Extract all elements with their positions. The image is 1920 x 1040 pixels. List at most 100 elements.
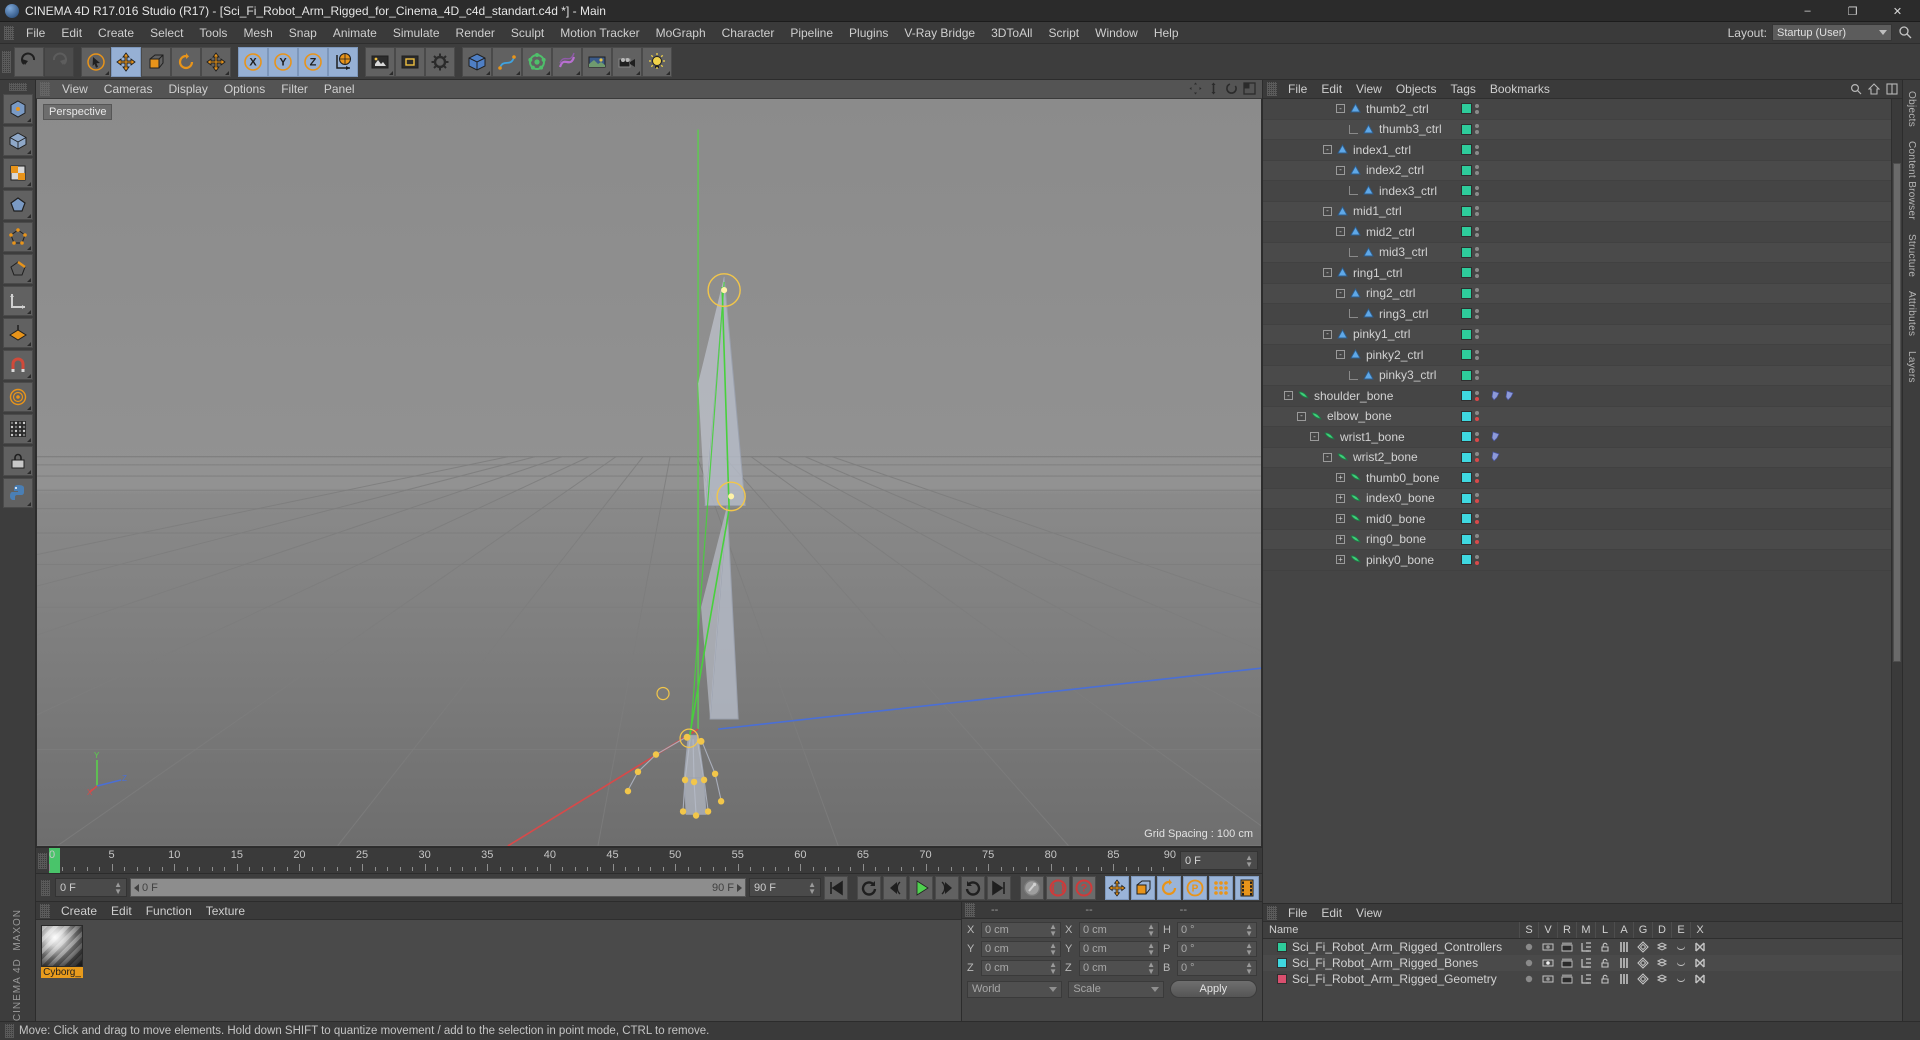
rotation-key-button[interactable] xyxy=(1157,875,1181,900)
add-light-button[interactable] xyxy=(642,46,672,77)
visibility-dots[interactable] xyxy=(1475,267,1479,278)
rotation-input-p[interactable]: 0 ° ▲ ▼ xyxy=(1177,941,1257,957)
object-tree-scrollbar[interactable] xyxy=(1891,99,1902,903)
point-mode-button[interactable] xyxy=(2,222,33,252)
visibility-dot[interactable] xyxy=(1475,171,1479,176)
dropdown-corner-icon[interactable] xyxy=(26,502,31,506)
dropdown-corner-icon[interactable] xyxy=(486,70,490,75)
layer-column-D[interactable]: D xyxy=(1652,922,1671,938)
go-to-start-button[interactable] xyxy=(824,875,848,900)
lock-toggle[interactable] xyxy=(1595,971,1614,987)
table-row[interactable]: - mid1_ctrl xyxy=(1263,201,1891,222)
layer-row[interactable]: Sci_Fi_Robot_Arm_Rigged_Controllers xyxy=(1263,939,1902,955)
expander-toggle[interactable]: - xyxy=(1323,329,1332,339)
coordinate-grip-icon[interactable] xyxy=(965,903,975,917)
viewport-menu-options[interactable]: Options xyxy=(216,81,273,97)
table-row[interactable]: + pinky0_bone xyxy=(1263,550,1891,571)
visibility-dot[interactable] xyxy=(1475,540,1479,545)
table-row[interactable]: mid3_ctrl xyxy=(1263,242,1891,263)
point-level-anim-button[interactable] xyxy=(1209,875,1233,900)
menu-item-sculpt[interactable]: Sculpt xyxy=(503,24,552,42)
render-toggle[interactable] xyxy=(1557,939,1576,955)
visibility-dots[interactable] xyxy=(1475,165,1479,176)
visibility-dots[interactable] xyxy=(1475,431,1479,442)
search-icon[interactable] xyxy=(1850,83,1862,95)
layout-select[interactable]: Startup (User) xyxy=(1772,24,1892,41)
viewport-menu-display[interactable]: Display xyxy=(160,81,215,97)
generator-toggle[interactable] xyxy=(1633,971,1652,987)
polygon-mode-button[interactable] xyxy=(2,190,33,220)
timeline-frame-field[interactable]: 0 F ▲ ▼ xyxy=(1180,851,1258,870)
visibility-dot[interactable] xyxy=(1475,185,1479,190)
layer-color-chip[interactable] xyxy=(1461,287,1472,299)
visibility-dot[interactable] xyxy=(1475,206,1479,211)
visibility-dot[interactable] xyxy=(1475,376,1479,381)
visibility-dot[interactable] xyxy=(1475,519,1479,524)
palette-grip-icon[interactable] xyxy=(8,83,27,91)
expander-toggle[interactable]: + xyxy=(1336,514,1345,524)
layer-menu-file[interactable]: File xyxy=(1281,905,1314,921)
vtab-content-browser[interactable]: Content Browser xyxy=(1906,134,1917,227)
visibility-dots[interactable] xyxy=(1475,329,1479,340)
visibility-dot[interactable] xyxy=(1475,109,1479,114)
menu-item-character[interactable]: Character xyxy=(714,24,783,42)
expression-toggle[interactable] xyxy=(1671,939,1690,955)
vtab-layers[interactable]: Layers xyxy=(1906,344,1917,390)
visibility-dot[interactable] xyxy=(1475,294,1479,299)
layer-color-swatch[interactable] xyxy=(1277,958,1287,968)
param-key-button[interactable]: P xyxy=(1183,875,1207,900)
material-menu-create[interactable]: Create xyxy=(54,903,104,919)
expander-toggle[interactable]: - xyxy=(1336,104,1345,114)
visibility-dot[interactable] xyxy=(1475,273,1479,278)
lock-toggle[interactable] xyxy=(1595,939,1614,955)
play-backwards-button[interactable] xyxy=(857,875,881,900)
size-input-x[interactable]: 0 cm ▲ ▼ xyxy=(1079,922,1159,938)
layer-grip-icon[interactable] xyxy=(1267,905,1277,920)
move-tool-button[interactable] xyxy=(111,46,141,77)
dropdown-corner-icon[interactable] xyxy=(26,278,31,282)
expander-toggle[interactable]: - xyxy=(1336,350,1345,360)
menu-item-3dtoall[interactable]: 3DToAll xyxy=(983,24,1040,42)
menu-item-v-ray-bridge[interactable]: V-Ray Bridge xyxy=(896,24,983,42)
move-variant-button[interactable] xyxy=(201,46,231,77)
generator-toggle[interactable] xyxy=(1633,955,1652,971)
transport-grip-icon[interactable] xyxy=(41,879,50,896)
spinner-icon[interactable]: ▲ ▼ xyxy=(1147,942,1155,957)
table-row[interactable]: - index1_ctrl xyxy=(1263,140,1891,161)
dropdown-corner-icon[interactable] xyxy=(26,470,31,474)
layer-color-chip[interactable] xyxy=(1461,390,1472,402)
spinner-icon[interactable]: ▲ ▼ xyxy=(1049,942,1057,957)
visibility-dot[interactable] xyxy=(1475,396,1479,401)
dropdown-corner-icon[interactable] xyxy=(666,70,670,75)
dropdown-corner-icon[interactable] xyxy=(26,182,31,186)
add-spline-button[interactable] xyxy=(492,46,522,77)
expander-toggle[interactable]: - xyxy=(1310,432,1319,442)
table-row[interactable]: - pinky2_ctrl xyxy=(1263,345,1891,366)
range-left-arrow-icon[interactable] xyxy=(134,883,139,892)
manager-toggle[interactable] xyxy=(1576,955,1595,971)
visibility-dot[interactable] xyxy=(1475,390,1479,395)
visibility-dots[interactable] xyxy=(1475,472,1479,483)
undo-button[interactable] xyxy=(14,46,44,77)
spinner-icon[interactable]: ▲ ▼ xyxy=(1147,961,1155,976)
table-row[interactable]: - thumb2_ctrl xyxy=(1263,99,1891,120)
deformer-toggle[interactable] xyxy=(1652,939,1671,955)
menu-item-tools[interactable]: Tools xyxy=(191,24,235,42)
layer-color-chip[interactable] xyxy=(1461,431,1472,443)
visibility-dot[interactable] xyxy=(1475,267,1479,272)
visibility-dot[interactable] xyxy=(1475,458,1479,463)
visibility-dot[interactable] xyxy=(1475,150,1479,155)
solo-toggle[interactable] xyxy=(1519,939,1538,955)
dropdown-corner-icon[interactable] xyxy=(636,70,640,75)
animation-toggle[interactable] xyxy=(1614,939,1633,955)
layer-column-X[interactable]: X xyxy=(1690,922,1709,938)
table-row[interactable]: - wrist1_bone xyxy=(1263,427,1891,448)
layer-color-chip[interactable] xyxy=(1461,451,1472,463)
visibility-dot[interactable] xyxy=(1475,329,1479,334)
visibility-dot[interactable] xyxy=(1475,411,1479,416)
deformer-toggle[interactable] xyxy=(1652,971,1671,987)
visibility-dot[interactable] xyxy=(1475,247,1479,252)
current-frame-field[interactable]: 0 F ▲ ▼ xyxy=(55,878,127,897)
visibility-dot[interactable] xyxy=(1475,513,1479,518)
menu-item-mesh[interactable]: Mesh xyxy=(235,24,280,42)
